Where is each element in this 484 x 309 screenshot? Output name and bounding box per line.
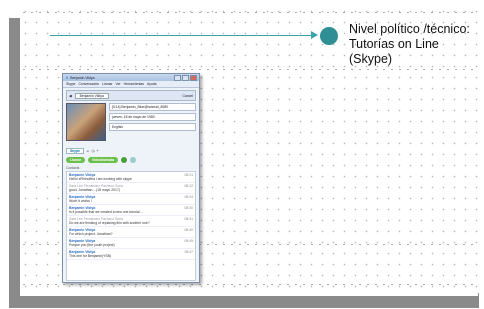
cancel-button[interactable]: Cancel — [182, 94, 193, 98]
message-body: Is it possible that we created a new one… — [69, 210, 144, 214]
message-time: 08:31 — [184, 217, 194, 221]
message-time: 08:22 — [184, 184, 194, 188]
message-time: 08:47 — [184, 250, 194, 254]
slide-heading: Nivel político /técnico: Tutorías on Lin… — [349, 22, 484, 67]
arrow-head-icon — [311, 31, 318, 39]
profile-info: [5:14] Benjamin_Blue@hotmail_8080 jueves… — [109, 103, 196, 143]
message-item: Benjamin Viktya 08:21 Hello! #Rhinoffea I… — [67, 172, 195, 183]
call-buttons: Llamar Videollamada — [66, 156, 196, 164]
back-icon[interactable]: ◀ — [69, 94, 72, 98]
call-button[interactable]: Llamar — [66, 157, 86, 163]
profile-field: jueves, 18 de mayo de 1980 — [109, 113, 196, 121]
skype-window: S Benjamin Viktya Skype Conversación Lla… — [62, 73, 200, 283]
message-body: Porque you (the youth project) — [69, 243, 115, 247]
maximize-icon[interactable] — [182, 74, 189, 81]
message-item: Sara Lee Fernandez Pacheco Soria 08:22 go… — [67, 183, 195, 194]
contact-profile: [5:14] Benjamin_Blue@hotmail_8080 jueves… — [66, 103, 196, 143]
message-item: Benjamin Viktya 08:24 Wow! it works ! — [67, 194, 195, 205]
dotted-divider — [20, 284, 478, 285]
menu-item[interactable]: Conversación — [78, 82, 99, 86]
message-item: Benjamin Viktya 08:40 For which project, … — [67, 227, 195, 238]
add-icon[interactable]: + — [96, 149, 98, 153]
phone-icon[interactable] — [120, 157, 127, 163]
slide: Nivel político /técnico: Tutorías on Lin… — [0, 0, 484, 309]
menu-item[interactable]: Skype — [66, 82, 75, 86]
message-body: good, Jonathan ...(18 mayo 2017) — [69, 188, 120, 192]
heading-line: Tutorías on Line — [349, 37, 439, 51]
message-item: Benjamin Viktya 08:30 Is it possible that… — [67, 205, 195, 216]
profile-field: [5:14] Benjamin_Blue@hotmail_8080 — [109, 103, 196, 111]
message-body: Do we are thinking of replacing this wit… — [69, 221, 150, 225]
window-title: Benjamin Viktya — [70, 75, 95, 80]
tabs-row: Skype ☺ ◷ + — [66, 147, 196, 154]
menu-item[interactable]: Ver — [116, 82, 121, 86]
message-time: 08:24 — [184, 195, 194, 199]
dotted-divider — [20, 69, 478, 70]
message-time: 08:21 — [184, 173, 194, 177]
tab-skype[interactable]: Skype — [66, 147, 84, 154]
close-icon[interactable] — [190, 74, 197, 81]
menu-item[interactable]: Herramientas — [124, 82, 144, 86]
contacts-label: Contacts — [66, 166, 80, 170]
menu-bar: Skype Conversación Llamar Ver Herramient… — [63, 81, 199, 88]
minimize-icon[interactable] — [174, 74, 181, 81]
message-body: Hello! #Rhinoffea I am working with skyp… — [69, 177, 132, 181]
window-controls — [174, 74, 199, 81]
contacts-icon[interactable]: ☺ — [86, 149, 89, 153]
message-list[interactable]: Benjamin Viktya 08:21 Hello! #Rhinoffea I… — [66, 171, 196, 281]
contact-name-field[interactable]: Benjamin Viktya — [74, 92, 109, 99]
message-time: 08:30 — [184, 206, 194, 210]
profile-field: English — [109, 123, 196, 131]
message-time: 08:45 — [184, 239, 194, 243]
message-item: Benjamin Viktya 08:45 Porque you (the you… — [67, 238, 195, 249]
history-icon[interactable]: ◷ — [91, 149, 94, 153]
window-titlebar: S Benjamin Viktya — [63, 74, 199, 81]
message-body: For which project, Jonathan? — [69, 232, 113, 236]
message-body: Wow! it works ! — [69, 199, 92, 203]
message-item: Sara Lee Fernandez Pacheco Soria 08:31 Do… — [67, 216, 195, 227]
bullet-circle-icon — [320, 27, 338, 45]
heading-line: (Skype) — [349, 52, 393, 66]
menu-item[interactable]: Llamar — [102, 82, 112, 86]
message-time: 08:40 — [184, 228, 194, 232]
video-call-button[interactable]: Videollamada — [88, 157, 118, 163]
more-icon[interactable] — [129, 157, 136, 163]
menu-item[interactable]: Ayuda — [147, 82, 157, 86]
message-item: Benjamin Viktya 08:47 This one for Benjam… — [67, 249, 195, 260]
skype-logo-icon: S — [66, 75, 69, 80]
message-body: This one for Benjamin(YSB) — [69, 254, 112, 258]
dotted-divider — [20, 12, 478, 13]
conversation-toolbar: ◀ Benjamin Viktya Cancel — [66, 90, 196, 101]
connector-arrow-line — [50, 35, 313, 36]
contact-photo — [66, 103, 106, 141]
heading-line: Nivel político /técnico: — [349, 22, 470, 36]
